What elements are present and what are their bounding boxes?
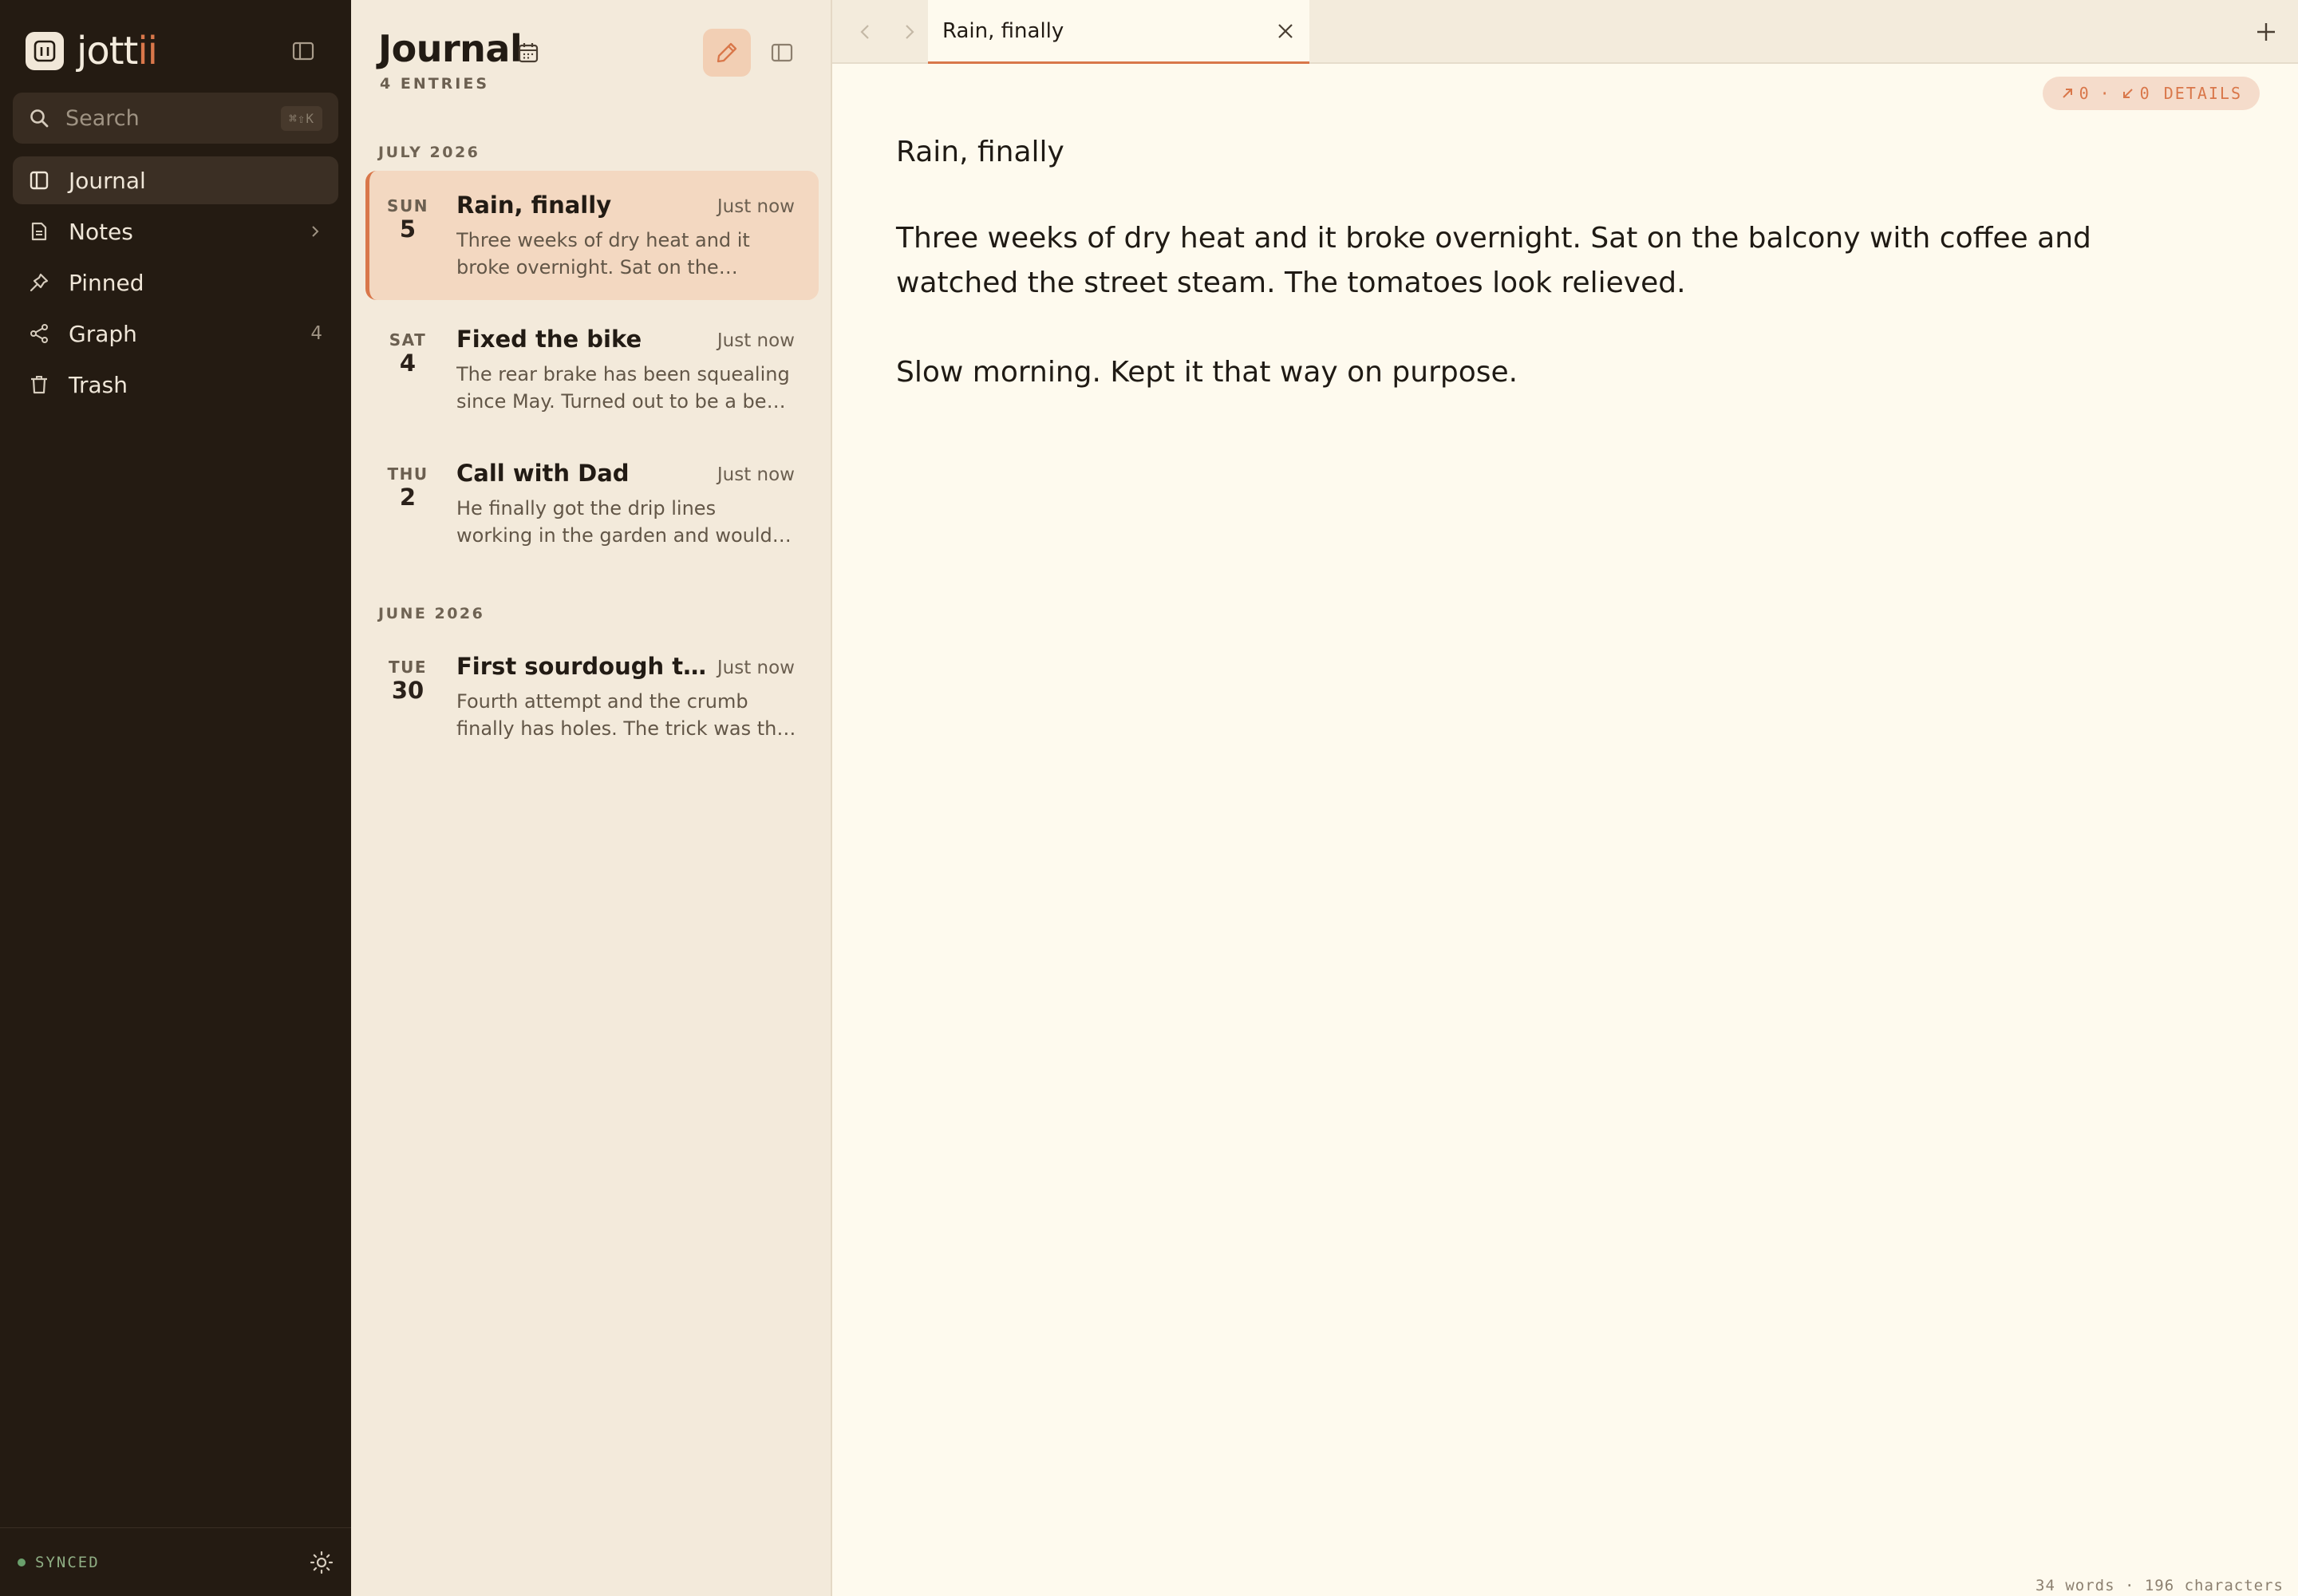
theme-toggle-button[interactable] — [310, 1551, 334, 1574]
document-title[interactable]: Rain, finally — [896, 136, 2205, 168]
tab-label: Rain, finally — [942, 18, 1064, 43]
app-logo-icon — [26, 32, 64, 70]
document-paragraph[interactable]: Three weeks of dry heat and it broke ove… — [896, 216, 2205, 306]
entry-title: First sourdough that worked — [456, 653, 712, 680]
collapse-sidebar-button[interactable] — [289, 38, 318, 64]
entry-count: 4 ENTRIES — [380, 75, 490, 93]
entry-time: Just now — [717, 464, 795, 485]
word-count-status: 34 words · 196 characters — [2035, 1577, 2284, 1594]
entry-time: Just now — [717, 330, 795, 351]
editor-pane: Rain, finally 0 · 0 DETAILS Rain, finall… — [832, 0, 2298, 1596]
forward-button[interactable] — [894, 18, 923, 46]
trash-icon — [29, 374, 49, 395]
pin-icon — [29, 272, 49, 293]
sidebar-footer: SYNCED — [0, 1527, 351, 1596]
sidebar-item-pinned[interactable]: Pinned — [13, 259, 338, 306]
sidebar-nav: Journal Notes Pinned Graph 4 Trash — [13, 156, 338, 412]
entry-preview: The rear brake has been squealing since … — [456, 363, 790, 413]
chevron-right-icon — [308, 224, 322, 239]
entry-weekday: TUE — [388, 658, 428, 677]
app-name-accent: ii — [137, 29, 158, 73]
sidebar-item-label: Trash — [69, 371, 128, 398]
sidebar-toggle-icon — [292, 41, 314, 61]
chevron-left-icon — [858, 22, 874, 41]
back-button[interactable] — [851, 18, 880, 46]
search-input[interactable]: Search ⌘⇧K — [13, 93, 338, 144]
sidebar-item-label: Graph — [69, 320, 137, 347]
journal-entry-item[interactable]: TUE 30 First sourdough that worked Just … — [365, 632, 819, 761]
entry-day: 30 — [391, 677, 424, 704]
sidebar-item-label: Notes — [69, 218, 133, 245]
document-body[interactable]: Rain, finally Three weeks of dry heat an… — [896, 136, 2205, 440]
entry-day: 2 — [399, 484, 417, 511]
close-tab-button[interactable] — [1276, 22, 1295, 41]
entry-title: Call with Dad — [456, 460, 630, 487]
entry-time: Just now — [717, 196, 795, 217]
page-title: Journal — [378, 27, 523, 70]
journal-entry-item[interactable]: SAT 4 Fixed the bike Just now The rear b… — [365, 305, 819, 434]
arrow-down-left-icon — [2121, 86, 2135, 101]
entry-preview: He finally got the drip lines working in… — [456, 497, 772, 547]
app-name: jottii — [77, 29, 158, 73]
document-icon — [29, 221, 49, 242]
sidebar-item-graph[interactable]: Graph 4 — [13, 310, 338, 358]
entry-list-pane: Journal 4 ENTRIES JULY 2026 SUN 5 Rain, … — [351, 0, 832, 1596]
incoming-links: 0 — [2121, 84, 2151, 103]
sidebar-item-label: Journal — [69, 167, 146, 194]
pencil-icon — [715, 41, 739, 65]
entry-title: Fixed the bike — [456, 326, 642, 353]
plus-icon — [2255, 21, 2277, 43]
entry-title: Rain, finally — [456, 192, 612, 219]
entry-weekday: SAT — [389, 330, 427, 350]
entry-day: 4 — [399, 350, 417, 377]
chevron-right-icon — [901, 22, 917, 41]
brand[interactable]: jottii — [26, 29, 158, 73]
separator-dot: · — [2099, 84, 2111, 103]
incoming-links-count: 0 — [2139, 84, 2151, 103]
month-header: JUNE 2026 — [378, 605, 485, 622]
search-icon — [29, 108, 49, 128]
book-icon — [29, 170, 49, 191]
backlinks-details-button[interactable]: 0 · 0 DETAILS — [2042, 77, 2260, 110]
sidebar-item-trash[interactable]: Trash — [13, 361, 338, 409]
search-placeholder: Search — [65, 105, 140, 131]
graph-count-badge: 4 — [310, 323, 322, 344]
share-nodes-icon — [29, 323, 49, 344]
calendar-icon — [516, 41, 540, 65]
sync-status-label: SYNCED — [35, 1553, 100, 1571]
journal-entry-item[interactable]: THU 2 Call with Dad Just now He finally … — [365, 439, 819, 568]
calendar-button[interactable] — [504, 29, 552, 77]
entry-weekday: THU — [387, 464, 428, 484]
close-icon — [1276, 22, 1295, 41]
sidebar-item-notes[interactable]: Notes — [13, 207, 338, 255]
entry-day: 5 — [399, 215, 417, 243]
sidebar-item-journal[interactable]: Journal — [13, 156, 338, 204]
entry-weekday: SUN — [387, 196, 428, 215]
journal-entry-item[interactable]: SUN 5 Rain, finally Just now Three weeks… — [365, 171, 819, 300]
sidebar-item-label: Pinned — [69, 269, 144, 296]
sync-status-dot — [18, 1558, 26, 1566]
outgoing-links: 0 — [2060, 84, 2091, 103]
month-header: JULY 2026 — [378, 144, 480, 161]
new-entry-button[interactable] — [703, 29, 751, 77]
panel-icon — [770, 42, 794, 63]
arrow-up-right-icon — [2060, 86, 2075, 101]
sun-icon — [310, 1551, 334, 1574]
tab-bar: Rain, finally — [832, 0, 2298, 64]
new-tab-button[interactable] — [2250, 16, 2282, 48]
document-paragraph[interactable]: Slow morning. Kept it that way on purpos… — [896, 350, 2205, 395]
outgoing-links-count: 0 — [2079, 84, 2091, 103]
sidebar: jottii Search ⌘⇧K Journal Notes Pinned G… — [0, 0, 351, 1596]
tab-rain-finally[interactable]: Rain, finally — [928, 0, 1309, 64]
app-name-main: jott — [77, 29, 138, 73]
details-label: DETAILS — [2163, 84, 2242, 103]
search-shortcut: ⌘⇧K — [281, 105, 322, 131]
entry-preview: Fourth attempt and the crumb finally has… — [456, 690, 789, 740]
entry-time: Just now — [717, 658, 795, 678]
toggle-panel-button[interactable] — [758, 29, 806, 77]
entry-preview: Three weeks of dry heat and it broke ove… — [456, 229, 750, 279]
